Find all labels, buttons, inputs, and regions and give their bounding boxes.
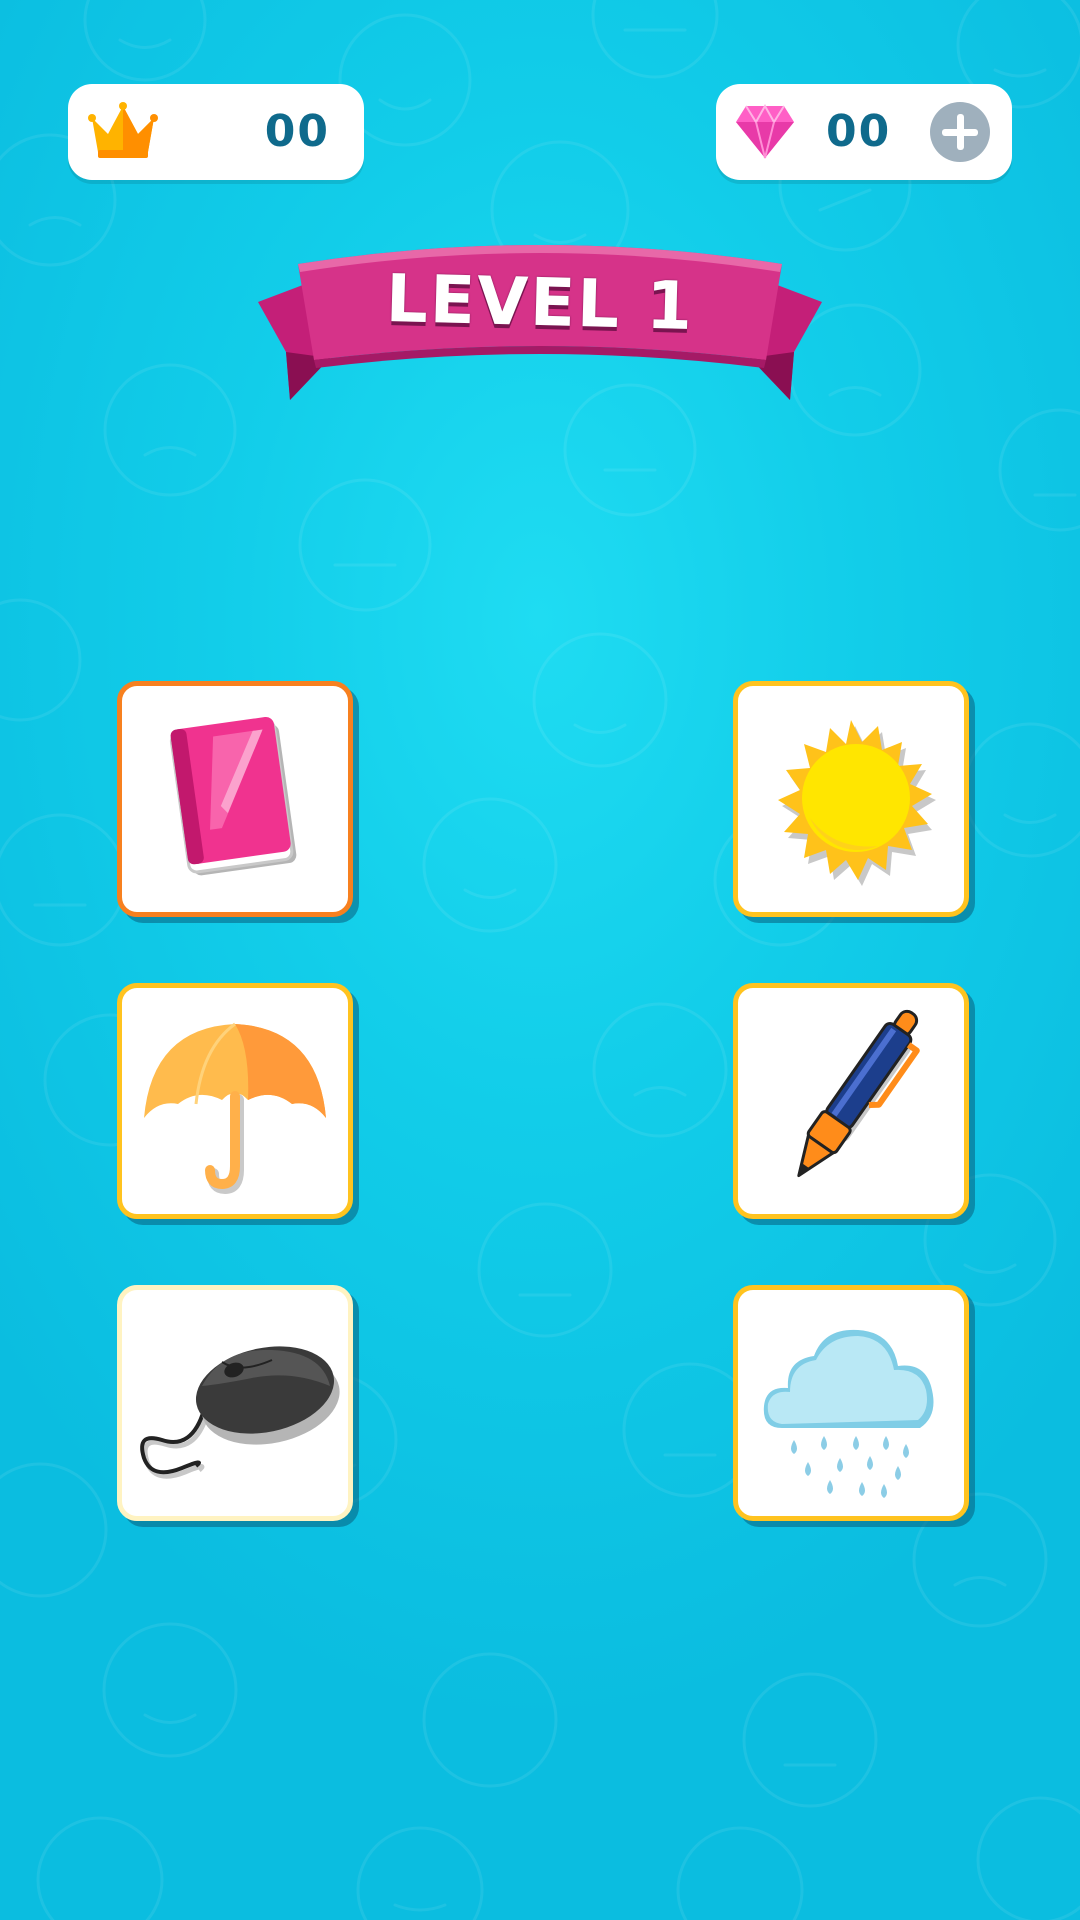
crown-icon: [88, 100, 158, 166]
card-umbrella[interactable]: [117, 983, 353, 1219]
rain-cloud-icon: [763, 1329, 934, 1498]
card-sun[interactable]: [733, 681, 969, 917]
pen-icon: [797, 1009, 920, 1178]
card-mouse[interactable]: [117, 1285, 353, 1521]
level-title: LEVEL 1: [384, 259, 696, 346]
computer-mouse-icon: [140, 1346, 340, 1479]
level-banner: LEVEL 1: [258, 236, 822, 406]
gem-count: 00: [826, 106, 892, 157]
gem-icon: [734, 102, 796, 164]
crown-count: 00: [264, 106, 330, 157]
book-icon: [169, 716, 297, 876]
gem-counter: 00: [716, 84, 1012, 180]
card-book[interactable]: [117, 681, 353, 917]
card-rain-cloud[interactable]: [733, 1285, 969, 1521]
sun-icon: [778, 720, 936, 886]
add-gems-button[interactable]: [930, 102, 990, 162]
card-pen[interactable]: [733, 983, 969, 1219]
crown-counter: 00: [68, 84, 364, 180]
umbrella-icon: [144, 1022, 326, 1195]
